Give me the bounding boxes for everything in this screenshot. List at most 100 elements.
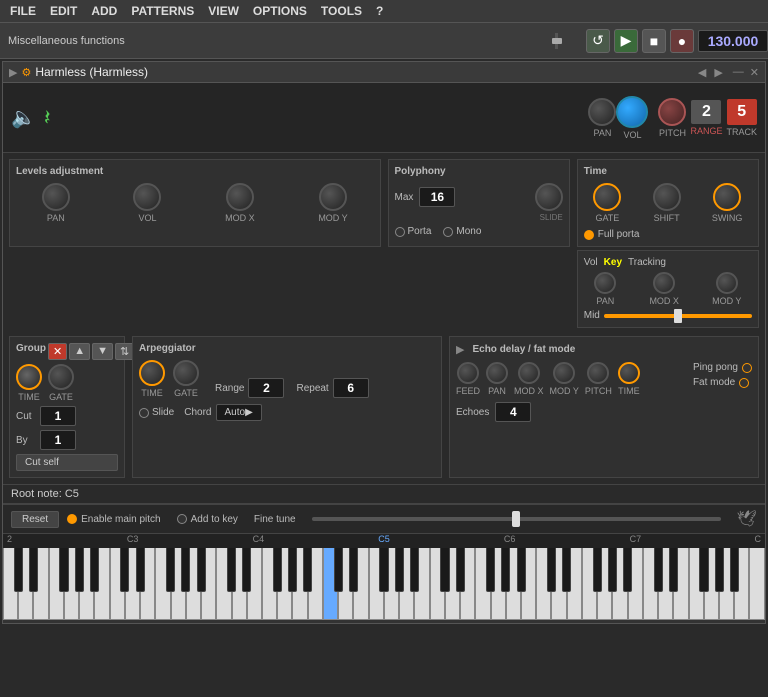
mid-slider[interactable] [604,314,752,318]
black-key[interactable] [623,548,632,592]
group-x-btn[interactable]: ✕ [48,343,67,360]
play-btn[interactable]: ▶ [614,29,638,53]
piano-scrollbar[interactable] [3,620,765,623]
menu-patterns[interactable]: PATTERNS [125,2,200,20]
bpm-display[interactable]: 130.000 [698,30,768,52]
dove-icon[interactable]: 🕊 [737,509,757,529]
black-key[interactable] [517,548,526,592]
group-gate-knob[interactable] [48,364,74,390]
black-key[interactable] [608,548,617,592]
wrench-icon[interactable]: 𝄽 [44,105,51,131]
echo-feed-knob[interactable] [457,362,479,384]
max-value[interactable]: 16 [419,187,455,207]
group-time-knob[interactable] [16,364,42,390]
title-gear-icon[interactable]: ⚙ [21,66,31,79]
black-key[interactable] [395,548,404,592]
arp-slide-option[interactable]: Slide [139,407,174,418]
black-key[interactable] [181,548,190,592]
mid-thumb[interactable] [674,309,682,323]
arp-gate-knob[interactable] [173,360,199,386]
mono-option[interactable]: Mono [443,226,481,237]
black-key[interactable] [654,548,663,592]
black-key[interactable] [593,548,602,592]
black-key[interactable] [197,548,206,592]
header-vol-knob[interactable] [616,96,648,128]
ping-pong-item[interactable]: Ping pong [693,362,752,373]
echo-pitch-knob[interactable] [587,362,609,384]
black-key[interactable] [440,548,449,592]
black-key[interactable] [29,548,38,592]
black-key[interactable] [669,548,678,592]
echo-modx-knob[interactable] [518,362,540,384]
levels-vol-knob[interactable] [133,183,161,211]
black-key[interactable] [273,548,282,592]
black-key[interactable] [75,548,84,592]
black-key[interactable] [227,548,236,592]
echo-pan-knob[interactable] [486,362,508,384]
header-pan-knob[interactable] [588,98,616,126]
black-key[interactable] [303,548,312,592]
header-track-value[interactable]: 5 [727,99,757,125]
black-key[interactable] [699,548,708,592]
black-key[interactable] [715,548,724,592]
close-btn[interactable]: ✕ [750,66,759,79]
black-key[interactable] [486,548,495,592]
time-swing-knob[interactable] [713,183,741,211]
black-key[interactable] [456,548,465,592]
repeat-value[interactable]: 6 [333,378,369,398]
minimize-btn[interactable]: — [733,66,744,78]
black-key[interactable] [349,548,358,592]
slide-knob[interactable] [535,183,563,211]
menu-options[interactable]: OPTIONS [247,2,313,20]
vkt-modx-knob[interactable] [653,272,675,294]
by-value[interactable]: 1 [40,430,76,450]
black-key[interactable] [136,548,145,592]
black-key[interactable] [562,548,571,592]
echo-mody-knob[interactable] [553,362,575,384]
levels-mody-knob[interactable] [319,183,347,211]
black-key[interactable] [288,548,297,592]
black-key[interactable] [14,548,23,592]
cut-value[interactable]: 1 [40,406,76,426]
prev-btn[interactable]: ◀ [696,66,708,79]
menu-add[interactable]: ADD [85,2,123,20]
group-up-btn[interactable]: ▲ [69,343,90,360]
black-key[interactable] [379,548,388,592]
fat-mode-item[interactable]: Fat mode [693,377,752,388]
porta-option[interactable]: Porta [395,226,432,237]
echoes-value[interactable]: 4 [495,402,531,422]
black-key[interactable] [120,548,129,592]
menu-edit[interactable]: EDIT [44,2,83,20]
enable-pitch-row[interactable]: Enable main pitch [67,514,161,525]
stop-btn[interactable]: ■ [642,29,666,53]
vkt-pan-knob[interactable] [594,272,616,294]
white-key[interactable] [749,548,764,620]
echo-time-knob[interactable] [618,362,640,384]
black-key[interactable] [90,548,99,592]
header-pitch-knob[interactable] [658,98,686,126]
black-key[interactable] [166,548,175,592]
record-btn[interactable]: ● [670,29,694,53]
fine-tune-thumb[interactable] [512,511,520,527]
loop-btn[interactable]: ↺ [586,29,610,53]
time-gate-knob[interactable] [593,183,621,211]
menu-tools[interactable]: TOOLS [315,2,368,20]
levels-pan-knob[interactable] [42,183,70,211]
black-key[interactable] [501,548,510,592]
menu-file[interactable]: FILE [4,2,42,20]
range-value[interactable]: 2 [248,378,284,398]
black-key[interactable] [410,548,419,592]
menu-help[interactable]: ? [370,2,389,20]
header-range-value[interactable]: 2 [691,100,721,124]
black-key[interactable] [730,548,739,592]
black-key[interactable] [547,548,556,592]
levels-modx-knob[interactable] [226,183,254,211]
full-porta-radio[interactable] [584,230,594,240]
cut-self-btn[interactable]: Cut self [16,454,118,471]
reset-btn[interactable]: Reset [11,511,59,528]
time-shift-knob[interactable] [653,183,681,211]
menu-view[interactable]: VIEW [202,2,245,20]
next-btn[interactable]: ▶ [712,66,724,79]
black-key[interactable] [59,548,68,592]
fine-tune-slider[interactable] [312,517,721,521]
